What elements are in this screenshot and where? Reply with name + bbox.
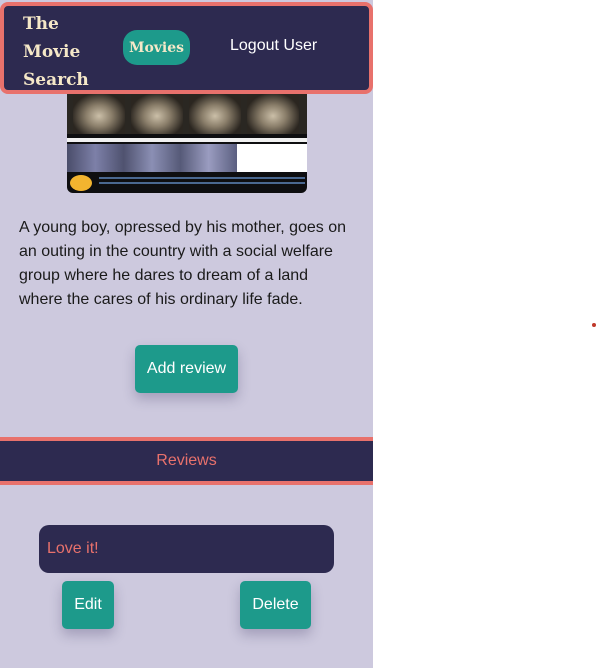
- add-review-button[interactable]: Add review: [135, 345, 238, 393]
- stray-dot: [592, 323, 596, 327]
- nav-logout-link[interactable]: Logout User: [230, 37, 317, 55]
- movie-plot: A young boy, opressed by his mother, goe…: [19, 219, 347, 308]
- brand-title[interactable]: The Movie Search: [23, 10, 103, 94]
- review-card: Love it!: [39, 525, 334, 573]
- navbar: The Movie Search Movies Logout User: [0, 2, 373, 94]
- poster-award-caption: [99, 177, 305, 179]
- award-badge-icon: [70, 175, 92, 191]
- review-text: Love it!: [47, 540, 99, 557]
- reviews-heading: Reviews: [0, 437, 373, 485]
- poster-logos: [237, 144, 307, 172]
- delete-review-button[interactable]: Delete: [240, 581, 311, 629]
- edit-review-button[interactable]: Edit: [62, 581, 114, 629]
- nav-movies-button[interactable]: Movies: [123, 30, 190, 65]
- movie-poster-image: [67, 80, 307, 193]
- poster-photo-strip: [67, 144, 237, 172]
- poster-film-frames: [67, 94, 307, 134]
- app-viewport: The Movie Search Movies Logout User A yo…: [0, 0, 373, 668]
